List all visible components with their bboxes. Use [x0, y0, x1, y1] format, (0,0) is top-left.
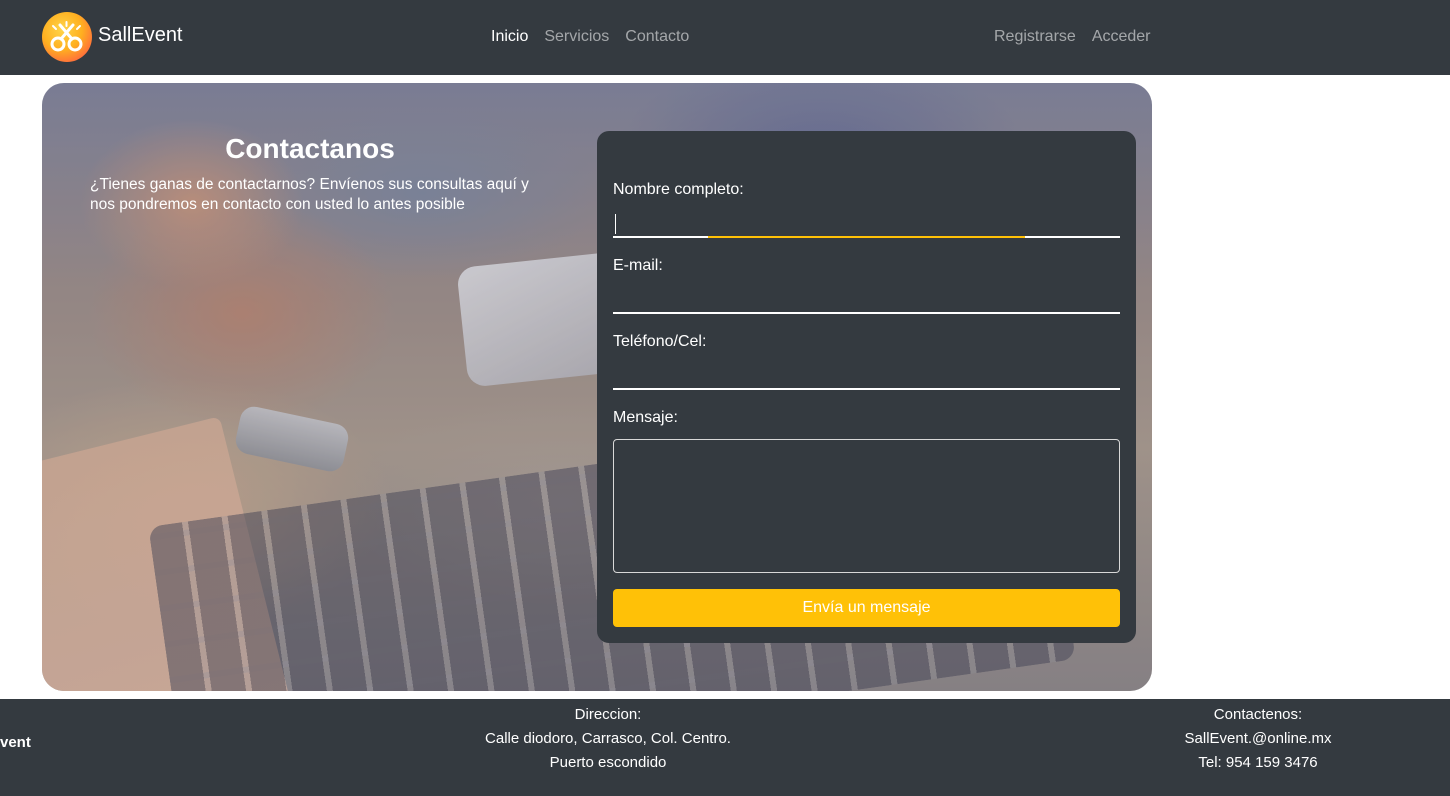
name-label: Nombre completo:: [613, 181, 744, 198]
footer-address: Direccion: Calle diodoro, Carrasco, Col.…: [408, 703, 808, 775]
message-label: Mensaje:: [613, 409, 678, 426]
send-message-button[interactable]: Envía un mensaje: [613, 589, 1120, 627]
brand-link[interactable]: SallEvent: [42, 12, 183, 62]
address-line-1: Calle diodoro, Carrasco, Col. Centro.: [485, 730, 731, 747]
contact-form: Nombre completo: E-mail: Teléfono/Cel: M…: [597, 131, 1136, 643]
contact-phone: Tel: 954 159 3476: [1198, 754, 1318, 771]
message-textarea[interactable]: [613, 439, 1120, 573]
email-field[interactable]: [613, 284, 1120, 314]
nav-link-inicio[interactable]: Inicio: [491, 28, 528, 46]
contact-email: SallEvent.@online.mx: [1184, 730, 1332, 747]
main-nav: Inicio Servicios Contacto: [491, 28, 689, 46]
address-line-2: Puerto escondido: [549, 754, 667, 771]
contact-intro: Contactanos ¿Tienes ganas de contactarno…: [90, 133, 540, 215]
nav-link-acceder[interactable]: Acceder: [1092, 28, 1151, 46]
footer: vent Direccion: Calle diodoro, Carrasco,…: [0, 699, 1450, 796]
footer-contact: Contactenos: SallEvent.@online.mx Tel: 9…: [1108, 703, 1408, 775]
footer-brand: vent: [0, 734, 31, 751]
phone-field[interactable]: [613, 360, 1120, 390]
auth-nav: Registrarse Acceder: [994, 28, 1151, 46]
nav-link-contacto[interactable]: Contacto: [625, 28, 689, 46]
text-caret: [615, 214, 616, 234]
nav-link-servicios[interactable]: Servicios: [544, 28, 609, 46]
phone-label: Teléfono/Cel:: [613, 333, 707, 350]
name-field[interactable]: [613, 208, 1120, 238]
logo-icon: [42, 12, 92, 62]
address-title: Direccion:: [574, 706, 642, 723]
contact-title: Contactenos:: [1213, 706, 1303, 723]
page-title: Contactanos: [225, 133, 395, 164]
contact-hero: Contactanos ¿Tienes ganas de contactarno…: [42, 83, 1152, 691]
email-label: E-mail:: [613, 257, 663, 274]
navbar: SallEvent Inicio Servicios Contacto Regi…: [0, 0, 1450, 75]
brand-name: SallEvent: [98, 23, 183, 46]
focus-indicator: [708, 236, 1025, 238]
nav-link-registrarse[interactable]: Registrarse: [994, 28, 1076, 46]
page-description: ¿Tienes ganas de contactarnos? Envíenos …: [90, 176, 529, 213]
